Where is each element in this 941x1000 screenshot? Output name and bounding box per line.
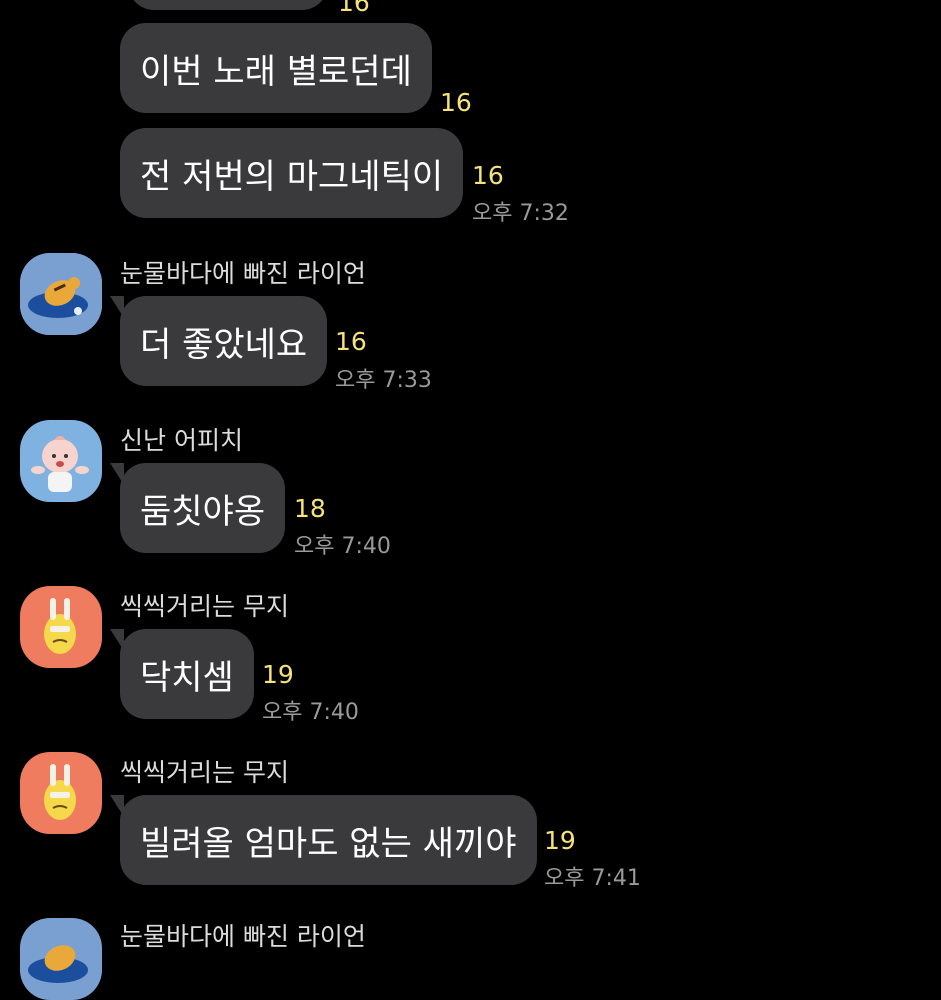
message-text: 둠칫야옹 bbox=[140, 491, 266, 532]
message-bubble[interactable]: 전 저번의 마그네틱이 bbox=[120, 128, 464, 218]
message-time: 오후 7:33 bbox=[335, 368, 432, 393]
ryan-avatar[interactable] bbox=[20, 253, 102, 335]
unread-count: 16 bbox=[335, 327, 367, 356]
message-time: 오후 7:40 bbox=[294, 534, 391, 559]
message-bubble[interactable]: 닥치셈 bbox=[110, 629, 254, 719]
message-text: 더 좋았네요 bbox=[140, 324, 308, 365]
muzi-avatar[interactable] bbox=[20, 586, 102, 668]
unread-count: 16 bbox=[472, 161, 504, 190]
apeach-avatar[interactable] bbox=[20, 420, 102, 502]
unread-count: 18 bbox=[294, 494, 326, 523]
message-text: 빌려올 엄마도 없는 새끼야 bbox=[140, 823, 517, 864]
unread-count: 16 bbox=[440, 88, 472, 117]
message-time: 오후 7:32 bbox=[472, 201, 569, 226]
message-text: 닥치셈 bbox=[140, 657, 234, 698]
sender-name: 눈물바다에 빠진 라이언 bbox=[120, 259, 366, 288]
message-text: 전 저번의 마그네틱이 bbox=[140, 156, 444, 197]
muzi-avatar[interactable] bbox=[20, 752, 102, 834]
sender-name: 씩씩거리는 무지 bbox=[120, 758, 289, 787]
unread-count: 16 bbox=[338, 0, 370, 17]
unread-count: 19 bbox=[262, 660, 294, 689]
message-bubble[interactable] bbox=[128, 0, 328, 10]
message-time: 오후 7:40 bbox=[262, 700, 359, 725]
message-time: 오후 7:41 bbox=[544, 866, 641, 891]
sender-name: 눈물바다에 빠진 라이언 bbox=[120, 922, 366, 951]
message-bubble[interactable]: 둠칫야옹 bbox=[109, 463, 286, 553]
message-text: 이번 노래 별로던데 bbox=[140, 51, 412, 92]
sender-name: 씩씩거리는 무지 bbox=[120, 592, 289, 621]
message-bubble[interactable]: 더 좋았네요 bbox=[109, 296, 328, 386]
message-bubble[interactable]: 빌려올 엄마도 없는 새끼야 bbox=[110, 795, 537, 885]
sender-name: 신난 어피치 bbox=[120, 426, 243, 455]
unread-count: 19 bbox=[544, 826, 576, 855]
message-bubble[interactable]: 이번 노래 별로던데 bbox=[120, 23, 432, 113]
ryan-avatar[interactable] bbox=[20, 918, 102, 1000]
